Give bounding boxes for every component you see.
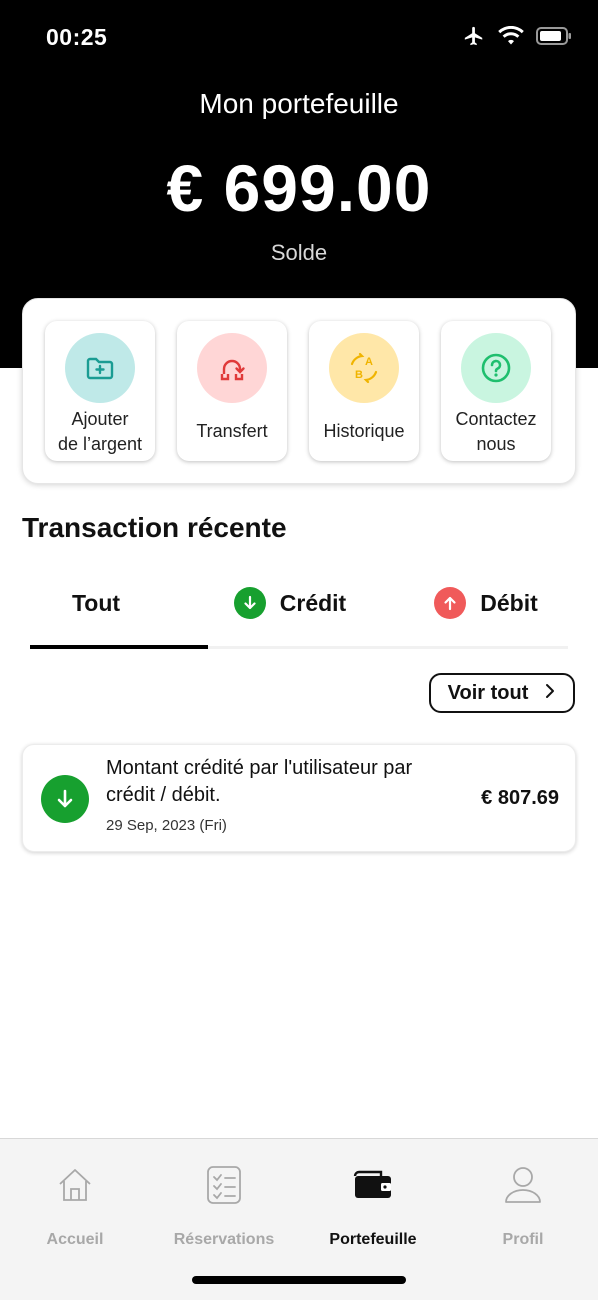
profile-icon xyxy=(448,1161,598,1209)
arrow-down-icon xyxy=(233,587,266,619)
tab-credit-label: Crédit xyxy=(279,589,347,616)
help-icon xyxy=(461,333,531,403)
view-all-button[interactable]: Voir tout xyxy=(429,673,575,713)
arrow-up-icon xyxy=(434,587,467,619)
history-label: Historique xyxy=(323,421,405,441)
transfer-icon xyxy=(197,333,267,403)
nav-home-label: Accueil xyxy=(46,1231,104,1248)
wallet-icon xyxy=(298,1161,448,1209)
battery-icon xyxy=(536,26,572,46)
transfer-button[interactable]: Transfert xyxy=(177,321,287,461)
nav-wallet-label: Portefeuille xyxy=(329,1231,417,1248)
nav-reservations-label: Réservations xyxy=(173,1231,275,1248)
transaction-tabs: Tout Crédit Débit xyxy=(30,580,568,650)
contact-us-label: Contactez nous xyxy=(455,409,537,454)
checklist-icon xyxy=(149,1161,299,1209)
balance-amount: € 699.00 xyxy=(166,151,432,225)
status-icons xyxy=(462,25,572,47)
tab-debit-label: Débit xyxy=(480,589,538,616)
nav-profile-label: Profil xyxy=(502,1231,544,1248)
tab-debit[interactable]: Débit xyxy=(424,580,548,626)
status-time: 00:25 xyxy=(46,24,108,50)
transaction-date: 29 Sep, 2023 (Fri) xyxy=(106,817,227,834)
transaction-amount: € 807.69 xyxy=(481,787,559,809)
airplane-icon xyxy=(462,25,486,47)
add-folder-icon xyxy=(65,333,135,403)
add-money-button[interactable]: Ajouter de l’argent xyxy=(45,321,155,461)
transfer-label: Transfert xyxy=(196,421,268,441)
history-ab-icon: AB xyxy=(329,333,399,403)
page-title: Mon portefeuille xyxy=(199,88,399,119)
active-tab-indicator xyxy=(30,645,208,649)
nav-profile[interactable]: Profil xyxy=(448,1161,598,1249)
home-icon xyxy=(0,1161,150,1209)
transaction-description: Montant crédité par l'utilisateur par cr… xyxy=(106,757,413,806)
transaction-item[interactable]: Montant crédité par l'utilisateur par cr… xyxy=(22,744,576,852)
nav-wallet[interactable]: Portefeuille xyxy=(298,1161,448,1249)
nav-home[interactable]: Accueil xyxy=(0,1161,150,1249)
recent-transactions-title: Transaction récente xyxy=(22,512,287,543)
svg-text:B: B xyxy=(355,369,363,381)
contact-us-button[interactable]: Contactez nous xyxy=(441,321,551,461)
history-button[interactable]: AB Historique xyxy=(309,321,419,461)
home-indicator xyxy=(192,1276,406,1284)
tab-all[interactable]: Tout xyxy=(30,580,162,626)
balance-label: Solde xyxy=(270,240,328,265)
tab-all-label: Tout xyxy=(71,589,121,616)
tab-credit[interactable]: Crédit xyxy=(220,580,360,626)
quick-actions-card: Ajouter de l’argent Transfert AB Histori… xyxy=(22,298,576,484)
svg-text:A: A xyxy=(365,356,373,368)
add-money-label: Ajouter de l’argent xyxy=(57,409,143,454)
wifi-icon xyxy=(498,26,524,46)
view-all-label: Voir tout xyxy=(447,681,529,704)
credit-arrow-down-icon xyxy=(41,775,89,823)
chevron-right-icon xyxy=(544,682,556,705)
nav-reservations[interactable]: Réservations xyxy=(149,1161,299,1249)
status-bar: 00:25 xyxy=(0,0,598,78)
